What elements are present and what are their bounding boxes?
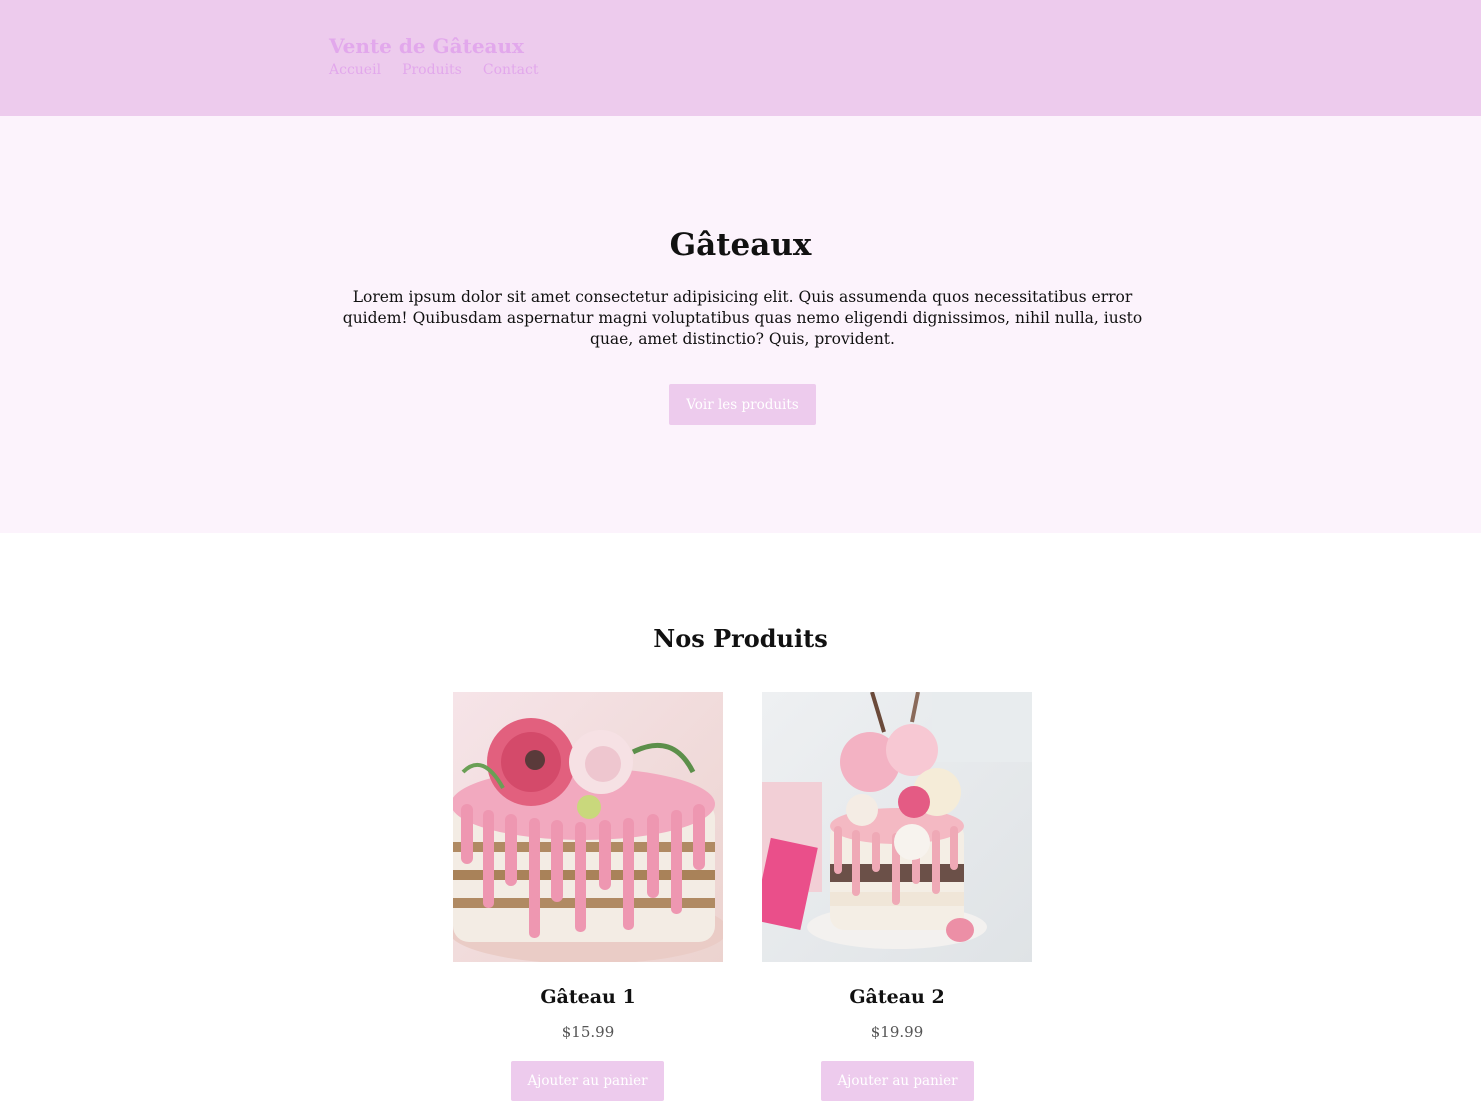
add-to-cart-button[interactable]: Ajouter au panier [821,1061,974,1101]
product-price: $19.99 [870,1023,924,1041]
product-price: $15.99 [561,1023,615,1041]
site-brand[interactable]: Vente de Gâteaux [329,34,524,58]
product-card: Gâteau 2 $19.99 Ajouter au panier [762,692,1032,1101]
add-to-cart-button[interactable]: Ajouter au panier [511,1061,664,1101]
hero-title: Gâteaux [669,227,812,263]
hero-section: Gâteaux Lorem ipsum dolor sit amet conse… [0,116,1481,533]
hero-description: Lorem ipsum dolor sit amet consectetur a… [342,288,1143,348]
product-name: Gâteau 1 [540,986,636,1008]
view-products-button[interactable]: Voir les produits [669,384,816,425]
product-image-cake-1[interactable] [453,692,723,962]
products-title: Nos Produits [653,624,828,653]
nav-link-produits[interactable]: Produits [402,62,462,78]
nav-link-contact[interactable]: Contact [483,62,539,78]
main-nav: Accueil Produits Contact [329,62,538,78]
site-header: Vente de Gâteaux Accueil Produits Contac… [0,0,1481,116]
product-image-cake-2[interactable] [762,692,1032,962]
product-name: Gâteau 2 [849,986,945,1008]
product-card: Gâteau 1 $15.99 Ajouter au panier [453,692,723,1101]
nav-link-accueil[interactable]: Accueil [329,62,381,78]
